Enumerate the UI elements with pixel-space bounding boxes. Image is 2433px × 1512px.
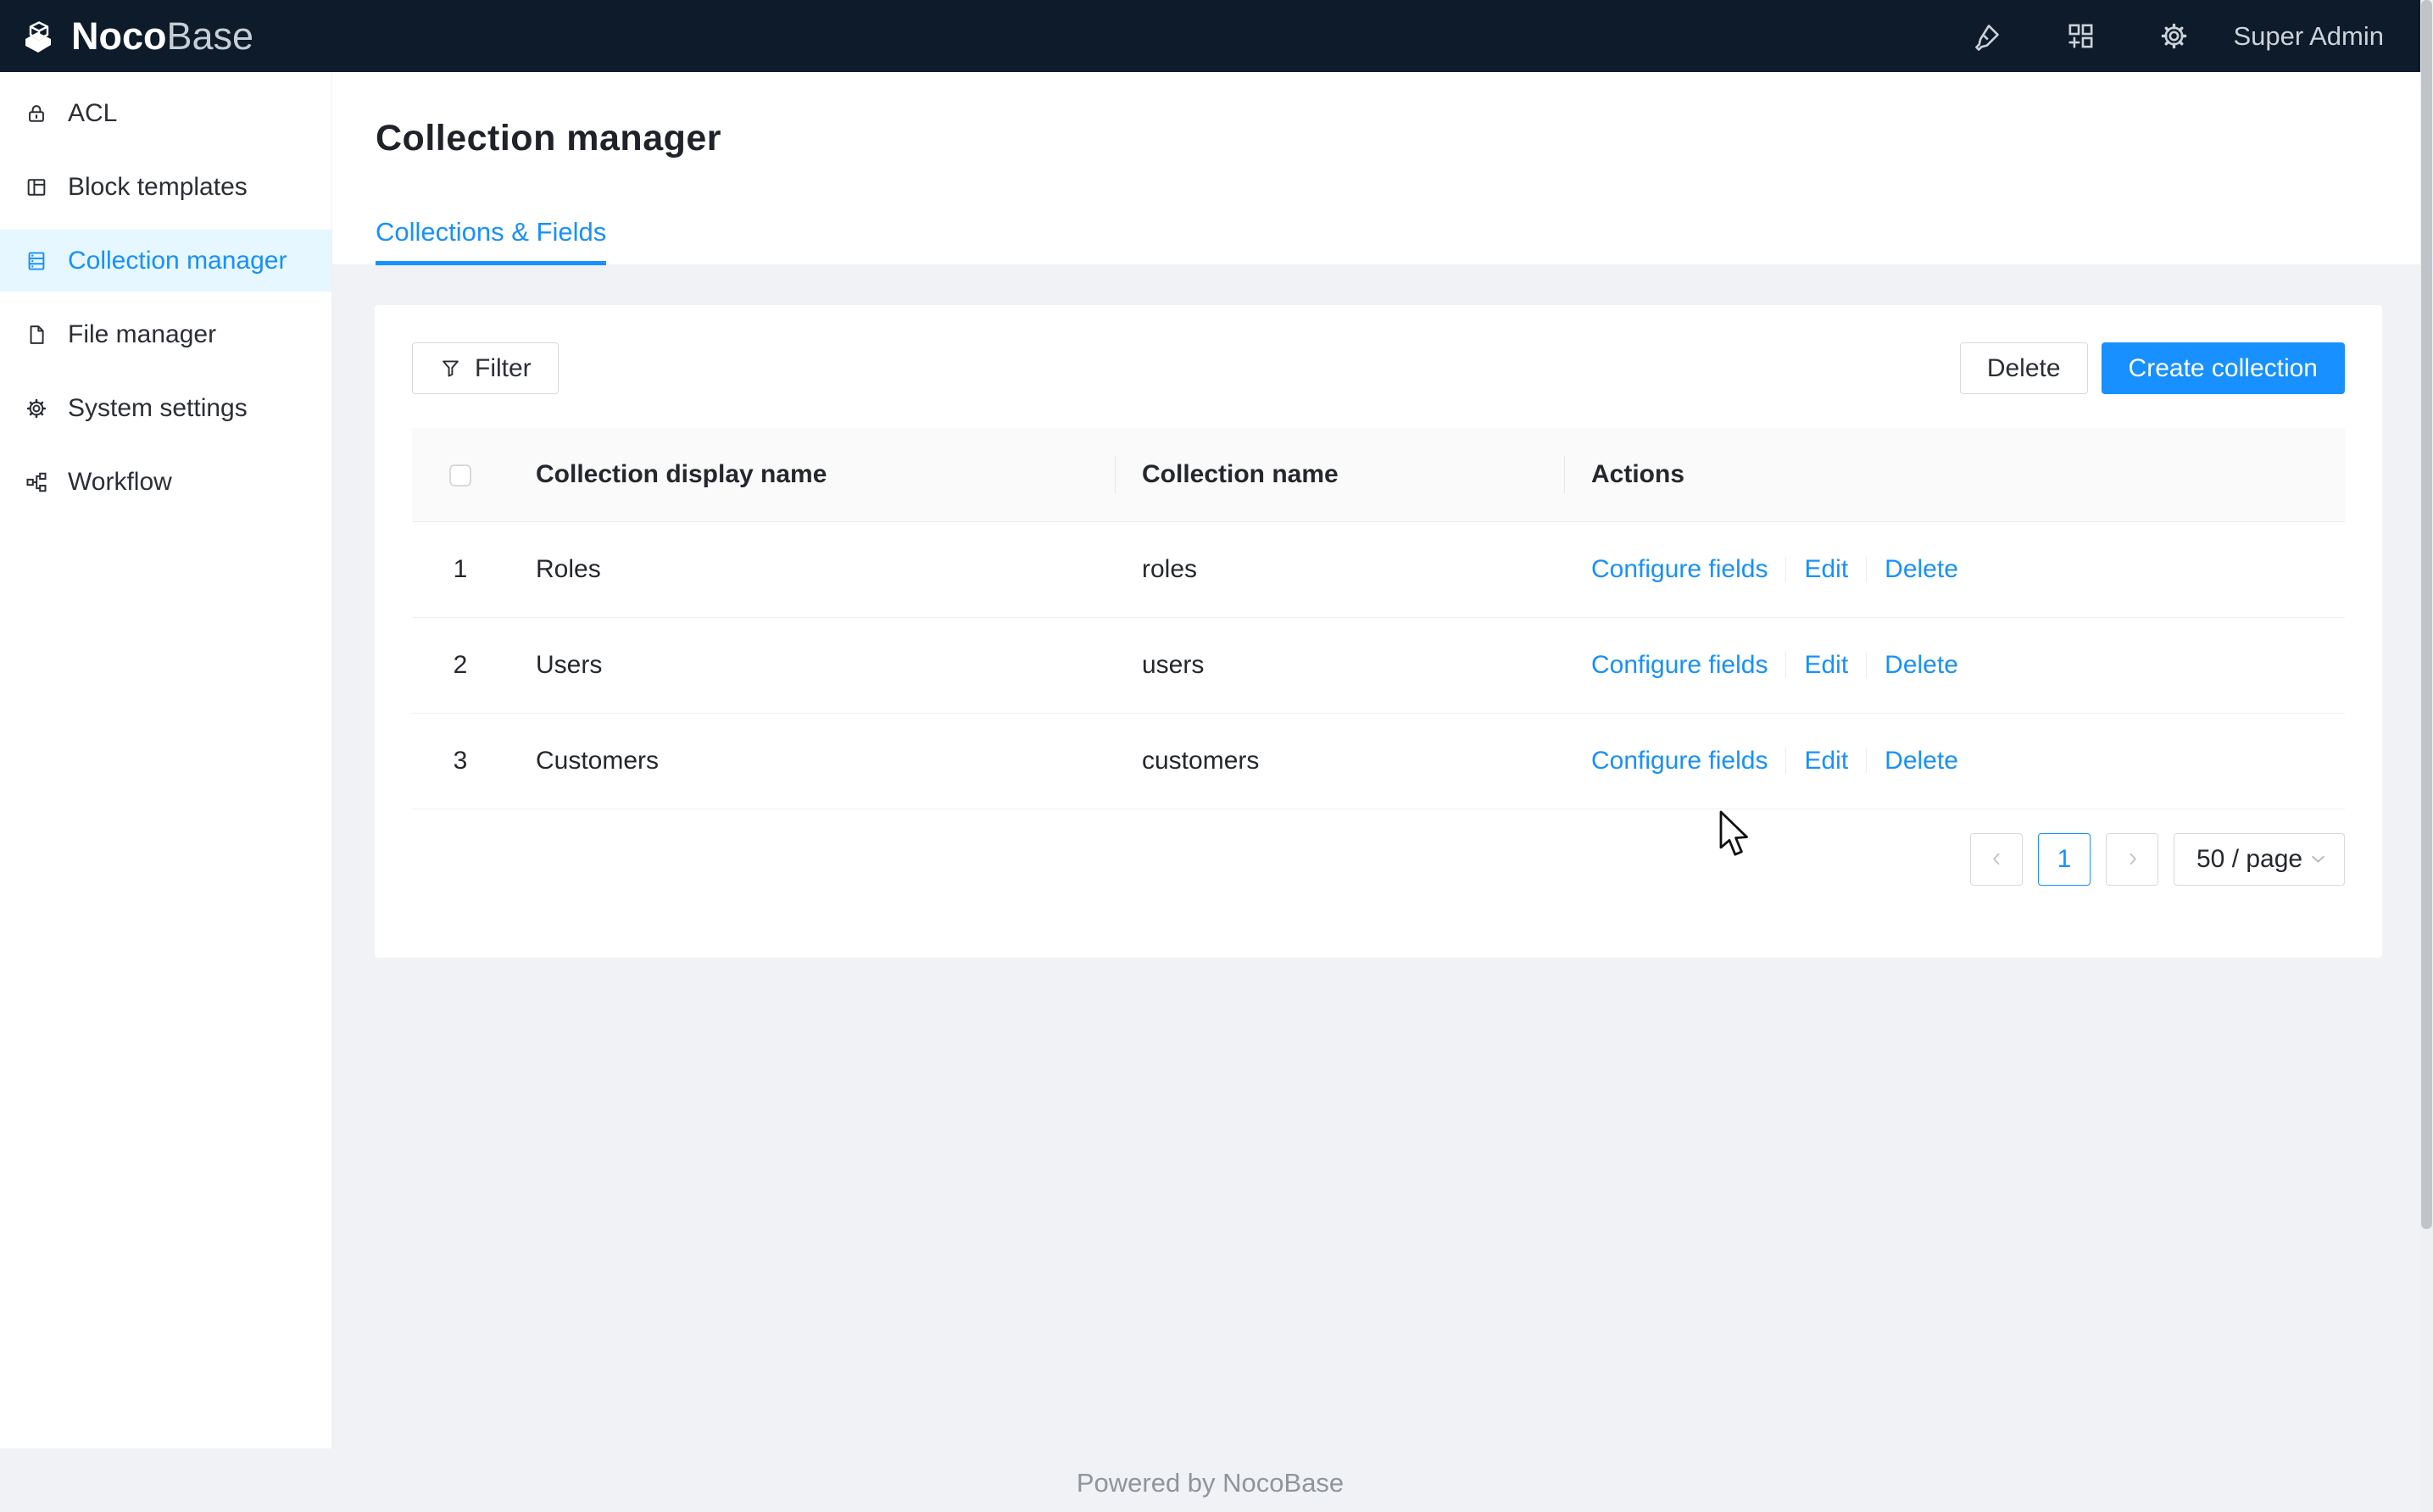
chevron-right-icon xyxy=(2123,849,2142,869)
tab-label: Collections & Fields xyxy=(376,217,606,247)
page-size-select[interactable]: 50 / page xyxy=(2174,833,2345,886)
logo-text-bold: Noco xyxy=(71,14,167,58)
database-icon xyxy=(25,249,48,273)
content-area: Filter Delete Create collection xyxy=(332,265,2433,958)
page-title: Collection manager xyxy=(376,118,721,159)
action-divider xyxy=(1866,748,1867,774)
logo-text: NocoBase xyxy=(71,17,253,55)
filter-button[interactable]: Filter xyxy=(412,342,559,394)
delete-link[interactable]: Delete xyxy=(1885,555,1958,583)
page-header: Collection manager Collections & Fields xyxy=(332,72,2433,265)
delete-button-label: Delete xyxy=(1987,354,2061,383)
cell-display-name: Roles xyxy=(509,521,1115,617)
delete-link[interactable]: Delete xyxy=(1885,651,1958,679)
create-collection-label: Create collection xyxy=(2129,354,2318,383)
sidebar-item-acl[interactable]: ACL xyxy=(0,82,331,144)
cell-display-name: Users xyxy=(509,617,1115,713)
topbar-actions: Super Admin xyxy=(1910,20,2385,52)
select-all-checkbox[interactable] xyxy=(449,464,471,486)
edit-link[interactable]: Edit xyxy=(1804,747,1848,775)
scrollbar-thumb[interactable] xyxy=(2421,0,2432,1229)
footer: Powered by NocoBase xyxy=(0,1468,2420,1498)
top-header: NocoBase Super Admin xyxy=(0,0,2433,72)
action-divider xyxy=(1785,748,1786,774)
delete-link[interactable]: Delete xyxy=(1885,747,1958,775)
action-divider xyxy=(1866,557,1867,582)
table-row: 3 Customers customers Configure fields Ed… xyxy=(412,713,2345,809)
collections-table: Collection display name Collection name … xyxy=(412,428,2345,809)
table-row: 1 Roles roles Configure fields Edit Delete xyxy=(412,521,2345,617)
lock-icon xyxy=(25,102,48,125)
delete-button[interactable]: Delete xyxy=(1960,342,2088,394)
nocobase-logo[interactable]: NocoBase xyxy=(19,16,253,57)
chevron-left-icon xyxy=(1987,849,2007,869)
action-divider xyxy=(1866,653,1867,678)
workflow-icon xyxy=(25,470,48,494)
edit-link[interactable]: Edit xyxy=(1804,651,1848,679)
settings-gear-icon[interactable] xyxy=(2158,20,2190,52)
configure-fields-link[interactable]: Configure fields xyxy=(1591,747,1768,775)
sidebar-item-label: File manager xyxy=(68,320,216,349)
row-index: 1 xyxy=(412,521,509,617)
collections-card: Filter Delete Create collection xyxy=(375,305,2382,958)
cell-collection-name: roles xyxy=(1115,521,1564,617)
sidebar-item-workflow[interactable]: Workflow xyxy=(0,451,331,513)
chevron-down-icon xyxy=(2308,848,2329,870)
logo-text-light: Base xyxy=(167,14,254,58)
cell-collection-name: users xyxy=(1115,617,1564,713)
ui-editor-pen-icon[interactable] xyxy=(1972,20,2003,52)
sidebar-item-label: System settings xyxy=(68,394,248,423)
next-page-button[interactable] xyxy=(2106,833,2158,886)
configure-fields-link[interactable]: Configure fields xyxy=(1591,555,1768,583)
sidebar-item-label: ACL xyxy=(68,99,117,128)
column-header-display-name: Collection display name xyxy=(509,428,1115,521)
cell-collection-name: customers xyxy=(1115,713,1564,809)
filter-button-label: Filter xyxy=(475,354,532,383)
table-row: 2 Users users Configure fields Edit Delete xyxy=(412,617,2345,713)
nocobase-cube-icon xyxy=(19,16,60,57)
edit-link[interactable]: Edit xyxy=(1804,555,1848,583)
filter-funnel-icon xyxy=(439,357,462,380)
action-divider xyxy=(1785,557,1786,582)
tab-collections-fields[interactable]: Collections & Fields xyxy=(376,217,606,265)
column-header-name: Collection name xyxy=(1115,428,1564,521)
prev-page-button[interactable] xyxy=(1970,833,2023,886)
toolbar-right-actions: Delete Create collection xyxy=(1960,342,2345,394)
footer-text: Powered by NocoBase xyxy=(1077,1468,1344,1498)
action-divider xyxy=(1785,653,1786,678)
app-root: NocoBase Super Admin ACL Block templates… xyxy=(0,0,2433,1512)
sidebar-item-label: Block templates xyxy=(68,173,248,202)
sidebar: ACL Block templates Collection manager F… xyxy=(0,72,332,1448)
sidebar-item-system-settings[interactable]: System settings xyxy=(0,377,331,439)
table-toolbar: Filter Delete Create collection xyxy=(412,342,2345,394)
cell-actions: Configure fields Edit Delete xyxy=(1564,713,2345,809)
file-icon xyxy=(25,323,48,347)
current-user-menu[interactable]: Super Admin xyxy=(2234,21,2385,52)
page-1-button[interactable]: 1 xyxy=(2038,833,2091,886)
sidebar-item-label: Workflow xyxy=(68,468,172,497)
configure-fields-link[interactable]: Configure fields xyxy=(1591,651,1768,679)
sidebar-item-block-templates[interactable]: Block templates xyxy=(0,156,331,218)
main-area: Collection manager Collections & Fields … xyxy=(332,72,2433,958)
vertical-scrollbar[interactable] xyxy=(2420,0,2433,1512)
row-index: 3 xyxy=(412,713,509,809)
add-blocks-icon[interactable] xyxy=(2065,20,2096,52)
cell-actions: Configure fields Edit Delete xyxy=(1564,521,2345,617)
layout-icon xyxy=(25,175,48,199)
sidebar-item-collection-manager[interactable]: Collection manager xyxy=(0,230,331,292)
cell-actions: Configure fields Edit Delete xyxy=(1564,617,2345,713)
sidebar-item-label: Collection manager xyxy=(68,247,287,275)
create-collection-button[interactable]: Create collection xyxy=(2102,342,2345,394)
pagination: 1 50 / page xyxy=(412,833,2345,886)
column-header-actions: Actions xyxy=(1564,428,2345,521)
row-index: 2 xyxy=(412,617,509,713)
sidebar-item-file-manager[interactable]: File manager xyxy=(0,303,331,365)
table-header-row: Collection display name Collection name … xyxy=(412,428,2345,521)
gear-icon xyxy=(25,397,48,420)
page-size-value: 50 / page xyxy=(2196,845,2302,874)
cell-display-name: Customers xyxy=(509,713,1115,809)
